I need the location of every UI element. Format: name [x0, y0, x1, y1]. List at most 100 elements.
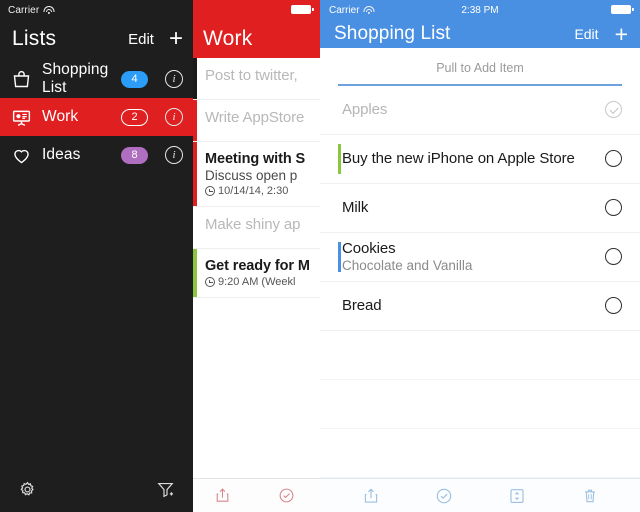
task-title: Make shiny ap	[205, 216, 301, 233]
work-navbar: Work	[193, 20, 320, 58]
task-list: Post to twitter, Write AppStore Meeting …	[193, 58, 320, 298]
status-badge: 2	[121, 108, 148, 126]
item-text: Buy the new iPhone on Apple Store	[342, 150, 605, 167]
list-item[interactable]: Cookies Chocolate and Vanilla	[320, 233, 640, 282]
sidebar-toolbar	[0, 476, 193, 512]
task-row[interactable]: Post to twitter,	[193, 58, 320, 100]
item-title: Apples	[342, 101, 388, 119]
add-list-button[interactable]: +	[169, 27, 183, 51]
sort-reorder-icon[interactable]	[502, 483, 532, 509]
work-list-panel: Work Post to twitter, Write AppStore Mee…	[193, 0, 320, 512]
task-title: Get ready for M	[205, 258, 310, 274]
empty-row	[320, 429, 640, 478]
sidebar-item-label: Work	[42, 108, 79, 125]
shopping-bag-icon	[10, 68, 33, 91]
list-item[interactable]: Apples	[320, 86, 640, 135]
list-item[interactable]: Milk	[320, 184, 640, 233]
share-icon[interactable]	[356, 483, 386, 509]
task-row[interactable]: Get ready for M 9:20 AM (Weekl	[193, 249, 320, 298]
sidebar-item-shopping-list[interactable]: Shopping List 4 i	[0, 60, 193, 98]
work-toolbar	[193, 478, 320, 512]
item-text: Cookies Chocolate and Vanilla	[342, 240, 605, 273]
task-meta: 9:20 AM (Weekl	[205, 276, 314, 288]
checkbox-icon[interactable]	[605, 150, 622, 168]
checkbox-icon[interactable]	[605, 199, 622, 217]
item-text: Apples	[342, 101, 605, 118]
status-badge: 8	[121, 146, 148, 164]
right-phone-screen: Carrier 2:38 PM Shopping List Edit + Pul…	[320, 0, 640, 512]
wifi-icon	[43, 6, 55, 15]
dual-screenshot-stage: Carrier Lists Edit + Shopping List 4 i W…	[0, 0, 640, 512]
task-meta: 10/14/14, 2:30	[205, 185, 314, 197]
sidebar-navbar: Lists Edit +	[0, 20, 193, 58]
lists-rows: Shopping List 4 i Work 2 i Ideas 8 i	[0, 60, 193, 174]
clock-icon	[205, 186, 215, 196]
sidebar-item-work[interactable]: Work 2 i	[0, 98, 193, 136]
sidebar-item-label: Shopping List	[42, 61, 109, 96]
status-time: 2:38 PM	[461, 4, 499, 16]
clock-icon	[205, 277, 215, 287]
empty-row	[320, 331, 640, 380]
edit-button[interactable]: Edit	[128, 31, 154, 48]
filter-add-icon[interactable]	[156, 480, 175, 504]
accent-bar	[338, 143, 341, 174]
empty-row	[320, 380, 640, 429]
presentation-icon	[10, 106, 33, 129]
task-subtitle: Discuss open p	[205, 168, 298, 183]
carrier-label: Carrier	[8, 4, 40, 16]
item-subtitle: Chocolate and Vanilla	[342, 258, 473, 274]
item-text: Milk	[342, 199, 605, 216]
task-due-date: 10/14/14, 2:30	[218, 185, 289, 197]
shopping-list-toolbar	[320, 478, 640, 512]
status-bar-middle	[193, 0, 320, 20]
shopping-items-list: Apples Buy the new iPhone on Apple Store…	[320, 86, 640, 512]
settings-gear-icon[interactable]	[18, 480, 37, 504]
sidebar-item-label: Ideas	[42, 146, 81, 163]
carrier-group: Carrier	[8, 4, 55, 16]
edit-button[interactable]: Edit	[574, 26, 598, 42]
checkbox-icon[interactable]	[605, 248, 622, 266]
battery-icon	[611, 5, 634, 14]
battery-icon	[291, 5, 314, 14]
check-circle-icon[interactable]	[429, 483, 459, 509]
item-title: Bread	[342, 297, 382, 315]
check-circle-icon[interactable]	[271, 483, 301, 509]
task-title: Post to twitter,	[205, 67, 298, 84]
task-row[interactable]: Meeting with S Discuss open p 10/14/14, …	[193, 142, 320, 207]
status-badge: 4	[121, 70, 148, 88]
lists-sidebar: Carrier Lists Edit + Shopping List 4 i W…	[0, 0, 193, 512]
task-row[interactable]: Make shiny ap	[193, 207, 320, 249]
accent-bar	[193, 142, 197, 206]
list-item[interactable]: Buy the new iPhone on Apple Store	[320, 135, 640, 184]
accent-bar	[338, 241, 341, 272]
page-title: Shopping List	[334, 23, 451, 44]
info-icon[interactable]: i	[165, 146, 183, 164]
task-due-date: 9:20 AM (Weekl	[218, 276, 296, 288]
add-item-button[interactable]: +	[615, 22, 628, 46]
status-bar-right: Carrier 2:38 PM	[320, 0, 640, 20]
item-title: Milk	[342, 199, 369, 217]
left-phone-screen: Carrier Lists Edit + Shopping List 4 i W…	[0, 0, 320, 512]
status-bar-left: Carrier	[0, 0, 193, 20]
item-text: Bread	[342, 297, 605, 314]
info-icon[interactable]: i	[165, 70, 183, 88]
page-title: Work	[203, 27, 253, 50]
task-title: Write AppStore	[205, 109, 305, 126]
list-item[interactable]: Bread	[320, 282, 640, 331]
heart-icon	[10, 144, 33, 167]
share-icon[interactable]	[207, 483, 237, 509]
sidebar-item-ideas[interactable]: Ideas 8 i	[0, 136, 193, 174]
accent-bar	[193, 207, 197, 248]
accent-bar	[193, 100, 197, 141]
checkbox-icon[interactable]	[605, 297, 622, 315]
shopping-list-navbar: Shopping List Edit +	[320, 20, 640, 48]
item-title: Buy the new iPhone on Apple Store	[342, 150, 575, 168]
trash-icon[interactable]	[575, 483, 605, 509]
accent-bar	[193, 249, 197, 297]
accent-bar	[193, 58, 197, 99]
checkbox-checked-icon[interactable]	[605, 101, 622, 119]
info-icon[interactable]: i	[165, 108, 183, 126]
page-title: Lists	[12, 27, 57, 50]
pull-to-add-hint: Pull to Add Item	[436, 61, 524, 75]
task-row[interactable]: Write AppStore	[193, 100, 320, 142]
